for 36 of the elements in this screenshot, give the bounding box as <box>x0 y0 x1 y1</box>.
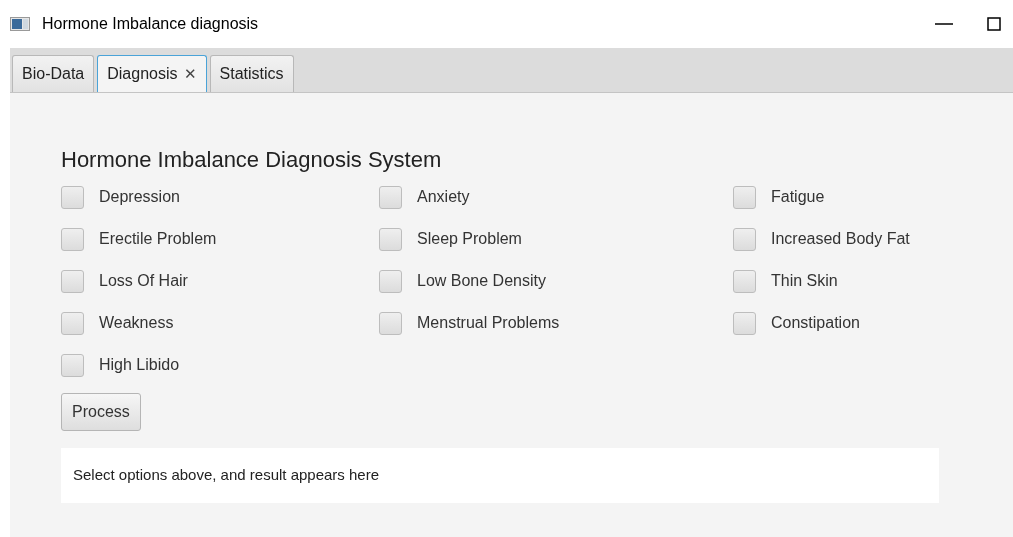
checkbox-label: Sleep Problem <box>417 229 522 249</box>
checkbox-label: Weakness <box>99 313 174 333</box>
tab[interactable]: Diagnosis ✕ <box>97 55 207 92</box>
maximize-icon[interactable] <box>987 17 1001 31</box>
checkbox[interactable] <box>733 269 756 293</box>
checkbox-label: Loss Of Hair <box>99 271 188 291</box>
checkbox-label: Menstrual Problems <box>417 313 560 333</box>
checkbox[interactable] <box>61 269 84 293</box>
checkbox-label: High Libido <box>99 355 180 375</box>
checkbox-label: Erectile Problem <box>99 229 217 249</box>
checkbox-label: Depression <box>99 187 180 207</box>
tab[interactable]: Statistics <box>209 55 294 92</box>
checkbox[interactable] <box>733 311 756 335</box>
checkbox[interactable] <box>733 227 756 251</box>
result-text: Select options above, and result appears here <box>61 448 939 503</box>
checkbox[interactable] <box>733 185 756 209</box>
checkbox[interactable] <box>61 353 84 377</box>
close-icon[interactable]: ✕ <box>183 62 197 86</box>
checkbox[interactable] <box>379 269 402 293</box>
checkbox-label: Constipation <box>771 313 860 333</box>
window-title: Hormone Imbalance diagnosis <box>42 14 259 34</box>
checkbox[interactable] <box>379 311 402 335</box>
app-icon <box>10 17 30 31</box>
process-button[interactable]: Process <box>61 393 141 431</box>
checkbox[interactable] <box>379 227 402 251</box>
tab[interactable]: Bio-Data <box>12 55 95 92</box>
checkbox[interactable] <box>379 185 402 209</box>
checkbox-label: Low Bone Density <box>417 271 546 291</box>
checkbox-label: Anxiety <box>417 187 470 207</box>
checkbox-label: Fatigue <box>771 187 825 207</box>
checkbox-label: Increased Body Fat <box>771 229 910 249</box>
checkbox-label: Thin Skin <box>771 271 838 291</box>
checkbox[interactable] <box>61 311 84 335</box>
checkbox[interactable] <box>61 227 84 251</box>
heading: Hormone Imbalance Diagnosis System <box>61 146 443 174</box>
checkbox[interactable] <box>61 185 84 209</box>
